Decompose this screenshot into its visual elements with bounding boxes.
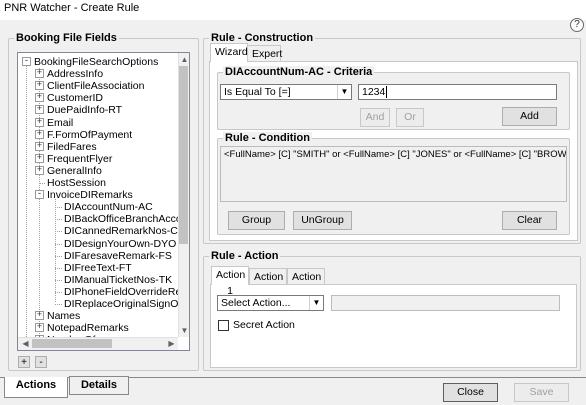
tree-node[interactable]: DIFreeText-FT — [64, 262, 132, 274]
chevron-down-icon: ▼ — [309, 296, 323, 310]
operator-value: Is Equal To [=] — [224, 86, 291, 98]
tree-expand-icon[interactable]: + — [35, 117, 44, 127]
tree-expand-icon[interactable]: + — [35, 311, 44, 321]
criteria-value-text: 1234 — [362, 86, 386, 98]
tree-node[interactable]: DICannedRemarkNos-CR — [64, 225, 185, 237]
tree-node[interactable]: InvoiceDIRemarks — [47, 189, 133, 201]
tab-action-1[interactable]: Action 1 — [211, 266, 249, 297]
tree-connector — [55, 255, 62, 257]
tree-node[interactable]: F.FormOfPayment — [47, 129, 132, 141]
condition-title: Rule - Condition — [223, 132, 312, 145]
tree-connector — [55, 267, 62, 269]
action-select[interactable]: Select Action... ▼ — [217, 295, 324, 311]
tree-node[interactable]: DIFaresaveRemark-FS — [64, 250, 172, 262]
tree-expand-icon[interactable]: + — [35, 165, 44, 175]
tree-expand-icon[interactable]: + — [35, 105, 44, 115]
tree-connector — [55, 243, 62, 245]
expand-all-button[interactable]: + — [18, 356, 30, 368]
tree-connector — [55, 207, 62, 209]
tab-actions[interactable]: Actions — [4, 377, 68, 398]
tab-details[interactable]: Details — [69, 376, 129, 395]
tab-expert[interactable]: Expert — [247, 45, 282, 62]
tree-node[interactable]: BookingFileSearchOptions — [34, 56, 158, 68]
tree-node[interactable]: DIManualTicketNos-TK — [64, 274, 172, 286]
criteria-title: DIAccountNum-AC - Criteria — [223, 66, 375, 79]
criteria-value-input[interactable]: 1234 — [358, 84, 557, 100]
scroll-up-icon[interactable]: ▲ — [179, 55, 190, 65]
tree-connector — [39, 183, 45, 184]
tree-expand-icon[interactable]: + — [35, 141, 44, 151]
tree-expand-icon[interactable]: + — [35, 93, 44, 103]
tree-expand-icon[interactable]: + — [35, 69, 44, 79]
tree-node[interactable]: DuePaidInfo-RT — [47, 104, 122, 116]
tree-node[interactable]: AddressInfo — [47, 68, 103, 80]
tree-node[interactable]: NotepadRemarks — [47, 322, 129, 334]
tab-action-2[interactable]: Action 2 — [249, 268, 287, 299]
tree-node[interactable]: FrequentFlyer — [47, 153, 112, 165]
tree-node[interactable]: DIBackOfficeBranchAccounNur — [64, 213, 189, 225]
add-button[interactable]: Add — [502, 107, 557, 126]
tree-collapse-icon[interactable]: - — [22, 57, 31, 66]
tree-connector — [55, 291, 62, 293]
tree-connector — [55, 304, 62, 305]
ungroup-button[interactable]: UnGroup — [293, 211, 352, 230]
secret-action-label: Secret Action — [233, 319, 295, 331]
booking-fields-tree[interactable]: - BookingFileSearchOptions + AddressInfo + Cl… — [17, 52, 190, 351]
tree-expand-icon[interactable]: + — [35, 323, 44, 333]
action-parameter-input[interactable] — [331, 295, 560, 311]
operator-select[interactable]: Is Equal To [=] ▼ — [220, 84, 352, 100]
tree-expand-icon[interactable]: + — [35, 153, 44, 163]
chevron-down-icon: ▼ — [337, 85, 351, 99]
and-button[interactable]: And — [360, 108, 390, 127]
tree-node[interactable]: Names — [47, 310, 80, 322]
group-button[interactable]: Group — [228, 211, 285, 230]
tree-node[interactable]: CustomerID — [47, 92, 103, 104]
tree-node[interactable]: DIAccountNum-AC — [64, 201, 153, 213]
or-button[interactable]: Or — [396, 108, 424, 127]
rule-action-title: Rule - Action — [209, 250, 281, 263]
tree-node[interactable]: FiledFares — [47, 141, 97, 153]
tree-node[interactable]: Email — [47, 117, 73, 129]
tree-node[interactable]: DIPhoneFieldOverrideRemark-P — [64, 286, 189, 298]
tab-action-3[interactable]: Action 3 — [287, 268, 325, 299]
clear-button[interactable]: Clear — [502, 211, 557, 230]
window-title: PNR Watcher - Create Rule — [4, 2, 140, 14]
tree-expand-icon[interactable]: + — [35, 129, 44, 139]
close-button[interactable]: Close — [443, 383, 498, 402]
booking-fields-title: Booking File Fields — [14, 32, 119, 45]
tree-node[interactable]: HostSession — [47, 177, 106, 189]
tree-node[interactable]: GeneralInfo — [47, 165, 102, 177]
scroll-down-icon[interactable]: ▼ — [179, 326, 190, 336]
scroll-right-icon[interactable]: ▶ — [166, 339, 177, 349]
tree-vertical-scroll-thumb[interactable] — [179, 66, 188, 244]
tree-node[interactable]: DIDesignYourOwn-DYO — [64, 238, 176, 250]
tree-connector — [55, 279, 62, 281]
tree-guide-line — [26, 65, 27, 344]
tree-node[interactable]: DIReplaceOriginalSignON-AR — [64, 298, 189, 310]
tree-node[interactable]: ClientFileAssociation — [47, 80, 144, 92]
tree-expand-icon[interactable]: + — [35, 81, 44, 91]
tree-horizontal-scroll-thumb[interactable] — [32, 339, 112, 348]
tree-connector — [55, 231, 62, 233]
condition-text-area[interactable]: <FullName> [C] "SMITH" or <FullName> [C]… — [220, 146, 567, 202]
text-cursor — [386, 86, 388, 98]
save-button[interactable]: Save — [514, 383, 569, 402]
help-icon[interactable]: ? — [570, 18, 584, 32]
secret-action-checkbox[interactable] — [218, 320, 229, 331]
tree-connector — [55, 219, 62, 221]
tree-guide-line — [55, 199, 56, 302]
tree-collapse-icon[interactable]: - — [35, 190, 44, 200]
scroll-left-icon[interactable]: ◀ — [20, 339, 31, 349]
tab-wizard[interactable]: Wizard — [210, 43, 248, 62]
collapse-all-button[interactable]: - — [35, 356, 47, 368]
